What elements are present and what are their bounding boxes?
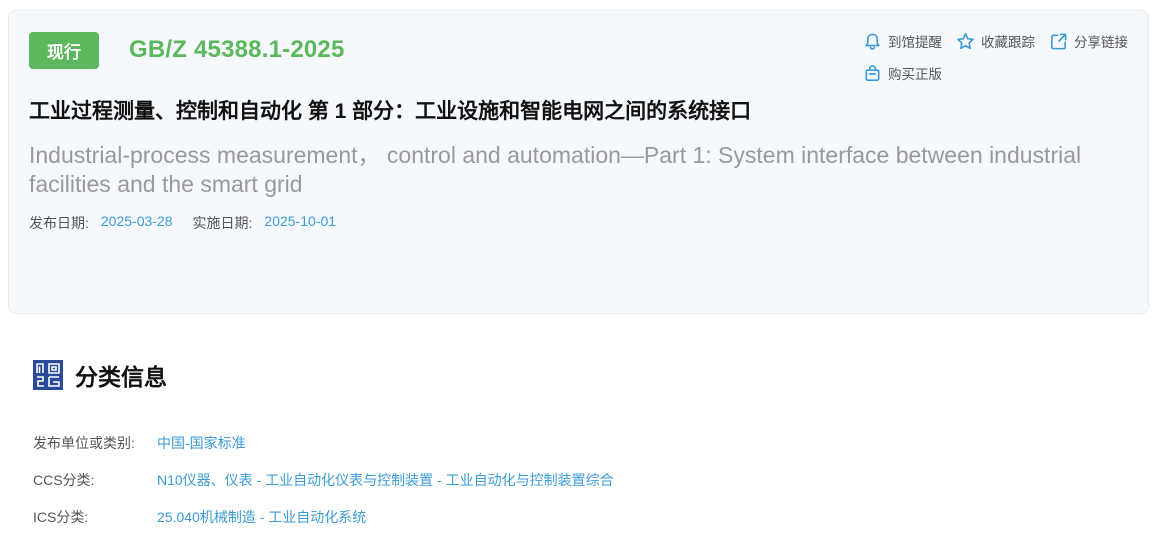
action-bar: 到馆提醒 收藏跟踪 分享链接 购买正版 bbox=[855, 31, 1145, 101]
ics-link[interactable]: 25.040机械制造 - 工业自动化系统 bbox=[157, 507, 366, 527]
title-english: Industrial-process measurement， control … bbox=[29, 142, 1082, 197]
star-icon bbox=[957, 32, 974, 49]
info-label: ICS分类: bbox=[33, 509, 89, 525]
favorite-button[interactable]: 收藏跟踪 bbox=[956, 31, 1035, 51]
classification-header: 分类信息 bbox=[33, 358, 167, 392]
effective-date-value: 2025-10-01 bbox=[264, 213, 337, 229]
favorite-label: 收藏跟踪 bbox=[981, 35, 1035, 50]
section-logo-icon bbox=[33, 360, 63, 390]
publisher-link[interactable]: 中国-国家标准 bbox=[157, 433, 246, 453]
info-label: 发布单位或类别: bbox=[33, 435, 135, 451]
title-chinese: 工业过程测量、控制和自动化 第 1 部分：工业设施和智能电网之间的系统接口 bbox=[29, 100, 752, 123]
share-button[interactable]: 分享链接 bbox=[1049, 31, 1128, 51]
info-row-ccs: CCS分类: N10仪器、仪表 - 工业自动化仪表与控制装置 - 工业自动化与控… bbox=[33, 470, 614, 490]
publish-date-value: 2025-03-28 bbox=[100, 213, 173, 229]
standard-card: 现行 GB/Z 45388.1-2025 到馆提醒 收藏跟踪 分享链接 购买正版… bbox=[8, 10, 1149, 314]
buy-button[interactable]: 购买正版 bbox=[863, 63, 942, 83]
ccs-link[interactable]: N10仪器、仪表 - 工业自动化仪表与控制装置 - 工业自动化与控制装置综合 bbox=[157, 470, 614, 490]
info-label: CCS分类: bbox=[33, 472, 95, 488]
effective-date-label: 实施日期: bbox=[192, 215, 253, 231]
publish-date-label: 发布日期: bbox=[29, 215, 89, 231]
shopping-bag-icon bbox=[865, 64, 880, 81]
info-row-ics: ICS分类: 25.040机械制造 - 工业自动化系统 bbox=[33, 507, 366, 527]
section-title: 分类信息 bbox=[75, 364, 167, 390]
share-label: 分享链接 bbox=[1074, 35, 1128, 50]
standard-number: GB/Z 45388.1-2025 bbox=[129, 36, 345, 63]
bell-icon bbox=[865, 33, 880, 50]
remind-label: 到馆提醒 bbox=[888, 35, 942, 50]
status-badge: 现行 bbox=[29, 32, 99, 69]
info-row-publisher: 发布单位或类别: 中国-国家标准 bbox=[33, 433, 246, 453]
date-info: 发布日期: 2025-03-28 实施日期: 2025-10-01 bbox=[29, 213, 356, 233]
share-icon bbox=[1051, 33, 1067, 49]
buy-label: 购买正版 bbox=[888, 67, 942, 82]
remind-button[interactable]: 到馆提醒 bbox=[863, 31, 942, 51]
